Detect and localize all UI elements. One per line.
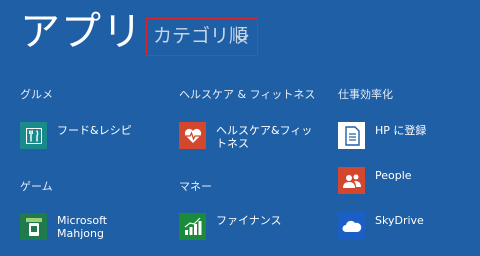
page-title: アプリ xyxy=(20,9,143,55)
group-header-games[interactable]: ゲーム xyxy=(20,180,53,194)
group-header-gourmet[interactable]: グルメ xyxy=(20,88,53,102)
group-header-health-fitness[interactable]: ヘルスケア & フィットネス xyxy=(179,88,315,102)
app-label: HP に登録 xyxy=(375,124,427,137)
heart-pulse-icon xyxy=(184,128,201,143)
people-icon xyxy=(342,174,361,188)
bar-chart-icon xyxy=(184,217,201,235)
app-label: SkyDrive xyxy=(375,214,424,227)
sort-dropdown-label: カテゴリ順 xyxy=(153,25,249,47)
health-fitness-tile xyxy=(179,122,206,149)
app-label: ヘルスケア&フィットネス xyxy=(216,124,313,150)
app-label: People xyxy=(375,169,412,182)
group-header-money[interactable]: マネー xyxy=(179,180,212,194)
mahjong-tile-icon xyxy=(25,217,42,236)
skydrive-tile xyxy=(338,212,365,239)
app-label: ファイナンス xyxy=(216,214,282,227)
hp-register-tile xyxy=(338,122,365,149)
document-icon xyxy=(344,125,360,146)
people-tile xyxy=(338,167,365,194)
finance-tile xyxy=(179,213,206,240)
cloud-icon xyxy=(342,220,361,232)
app-label: フード&レシピ xyxy=(57,124,132,137)
group-header-productivity[interactable]: 仕事効率化 xyxy=(338,88,393,102)
app-label: Microsoft Mahjong xyxy=(57,214,108,240)
mahjong-tile xyxy=(20,213,47,240)
fork-knife-icon xyxy=(25,127,42,144)
chevron-down-icon xyxy=(235,34,249,43)
food-recipe-tile xyxy=(20,122,47,149)
sort-dropdown[interactable]: カテゴリ順 xyxy=(146,18,258,56)
